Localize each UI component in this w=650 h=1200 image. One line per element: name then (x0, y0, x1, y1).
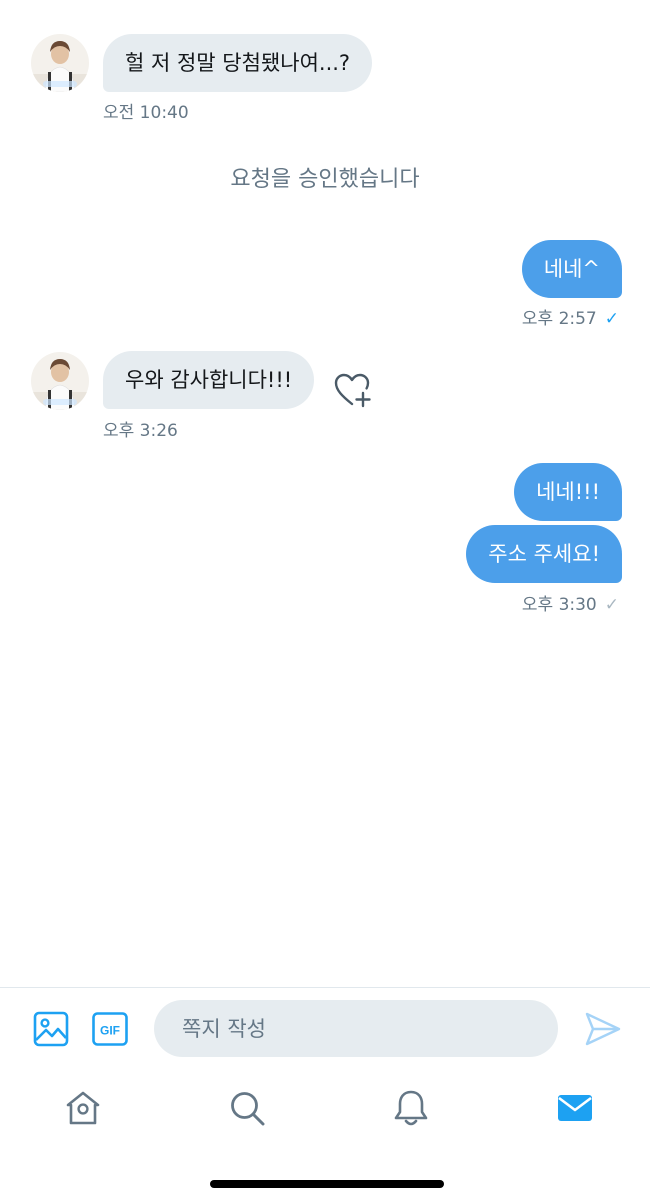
send-icon[interactable] (584, 1011, 622, 1047)
message-bubble-incoming[interactable]: 우와 감사합니다!!! (103, 351, 315, 409)
timestamp-text: 오후 3:26 (103, 421, 178, 441)
search-icon[interactable] (227, 1088, 267, 1128)
system-notice: 요청을 승인했습니다 (230, 167, 420, 192)
message-bubble-outgoing[interactable]: 주소 주세요! (466, 525, 622, 583)
timestamp-text: 오전 10:40 (103, 103, 189, 123)
sender-avatar[interactable] (31, 34, 89, 92)
sender-avatar[interactable] (31, 352, 89, 410)
message-timestamp: 오후 2:57 ✓ (522, 304, 619, 329)
message-timestamp: 오전 10:40 (103, 98, 189, 123)
svg-text:GIF: GIF (100, 1024, 120, 1038)
read-check-icon: ✓ (604, 595, 619, 615)
timestamp-text: 오후 2:57 (521, 309, 597, 329)
sent-check-icon: ✓ (604, 309, 619, 329)
home-icon[interactable] (63, 1088, 103, 1128)
message-timestamp: 오후 3:26 (103, 416, 178, 441)
timestamp-text: 오후 3:30 (521, 595, 597, 615)
gif-icon[interactable]: GIF (92, 1012, 128, 1046)
like-message-icon[interactable] (333, 371, 373, 411)
composer-divider (0, 987, 650, 988)
notifications-icon[interactable] (391, 1088, 431, 1128)
message-input[interactable] (154, 1000, 558, 1057)
message-bubble-outgoing[interactable]: 네네^ (521, 240, 622, 298)
messages-icon[interactable] (555, 1088, 595, 1128)
message-bubble-incoming[interactable]: 헐 저 정말 당첨됐나여...? (103, 34, 373, 92)
message-bubble-outgoing[interactable]: 네네!!! (514, 463, 622, 521)
message-timestamp: 오후 3:30 ✓ (522, 590, 619, 615)
home-indicator[interactable] (210, 1180, 444, 1188)
image-icon[interactable] (33, 1011, 69, 1047)
